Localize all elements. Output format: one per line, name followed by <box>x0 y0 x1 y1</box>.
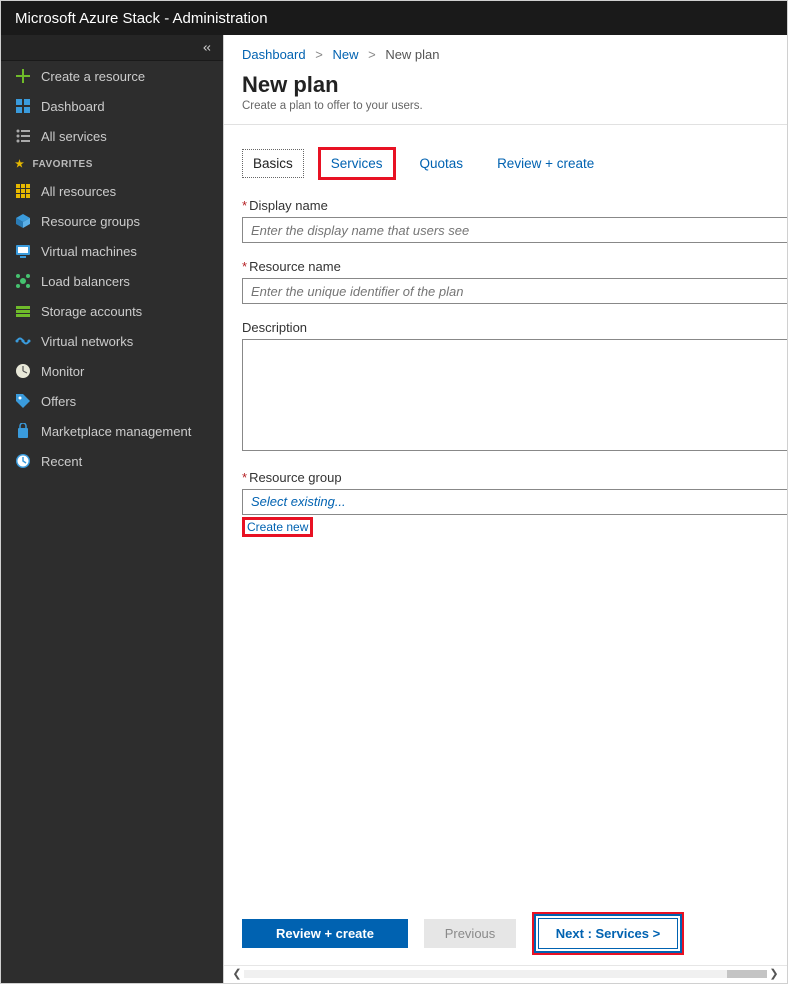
sidebar: Create a resource Dashboard All services… <box>1 35 223 983</box>
page-subtitle: Create a plan to offer to your users. <box>224 98 787 125</box>
display-name-label: *Display name <box>242 198 787 213</box>
bag-icon <box>15 423 31 439</box>
nav-label: All resources <box>41 184 116 199</box>
nav-label: All services <box>41 129 107 144</box>
display-name-row: *Display name <box>242 198 787 243</box>
next-services-button[interactable]: Next : Services > <box>538 918 678 949</box>
topbar: Microsoft Azure Stack - Administration <box>1 1 787 35</box>
scroll-right-icon[interactable]: ❯ <box>767 967 781 980</box>
favorites-header: ★ FAVORITES <box>1 151 223 176</box>
nav-label: Virtual networks <box>41 334 133 349</box>
nav-label: Offers <box>41 394 76 409</box>
description-label: Description <box>242 320 787 335</box>
review-create-button[interactable]: Review + create <box>242 919 408 948</box>
resource-group-row: *Resource group Select existing... Creat… <box>242 470 787 537</box>
clock-icon <box>15 453 31 469</box>
tab-services[interactable]: Services <box>318 147 396 180</box>
network-icon <box>15 333 31 349</box>
create-new-link[interactable]: Create new <box>242 517 313 537</box>
breadcrumb-current: New plan <box>385 47 439 62</box>
nav-offers[interactable]: Offers <box>1 386 223 416</box>
nav-label: Monitor <box>41 364 84 379</box>
resource-name-row: *Resource name <box>242 259 787 304</box>
tabs: Basics Services Quotas Review + create <box>242 147 787 180</box>
horizontal-scrollbar[interactable]: ❮ ❯ <box>224 965 787 983</box>
load-balancer-icon <box>15 273 31 289</box>
breadcrumb: Dashboard > New > New plan <box>224 35 787 70</box>
tab-quotas[interactable]: Quotas <box>410 150 474 177</box>
chevron-right-icon: > <box>362 47 382 62</box>
nav-label: Dashboard <box>41 99 105 114</box>
footer-bar: Review + create Previous Next : Services… <box>224 898 787 965</box>
vm-icon <box>15 243 31 259</box>
tab-review-create[interactable]: Review + create <box>487 150 604 177</box>
resource-group-label: *Resource group <box>242 470 787 485</box>
nav-virtual-networks[interactable]: Virtual networks <box>1 326 223 356</box>
shell: Create a resource Dashboard All services… <box>1 35 787 983</box>
highlight-box: Next : Services > <box>532 912 684 955</box>
scroll-left-icon[interactable]: ❮ <box>230 967 244 980</box>
scroll-thumb[interactable] <box>727 970 767 978</box>
topbar-title: Microsoft Azure Stack - Administration <box>15 10 268 27</box>
dashboard-icon <box>15 98 31 114</box>
star-icon: ★ <box>15 159 24 170</box>
nav-label: Storage accounts <box>41 304 142 319</box>
nav-label: Load balancers <box>41 274 130 289</box>
favorites-label: FAVORITES <box>32 159 92 170</box>
nav-monitor[interactable]: Monitor <box>1 356 223 386</box>
page-title: New plan <box>224 70 787 98</box>
nav-create-resource[interactable]: Create a resource <box>1 61 223 91</box>
nav-load-balancers[interactable]: Load balancers <box>1 266 223 296</box>
main-panel: Dashboard > New > New plan New plan Crea… <box>223 35 787 983</box>
resource-name-input[interactable] <box>242 278 787 304</box>
storage-icon <box>15 303 31 319</box>
plus-icon <box>15 68 31 84</box>
nav-label: Create a resource <box>41 69 145 84</box>
breadcrumb-new[interactable]: New <box>332 47 358 62</box>
collapse-sidebar-button[interactable] <box>1 35 223 61</box>
resource-group-select[interactable]: Select existing... <box>242 489 787 515</box>
chevron-right-icon: > <box>309 47 329 62</box>
nav-all-resources[interactable]: All resources <box>1 176 223 206</box>
scroll-track[interactable] <box>244 970 767 978</box>
nav-label: Virtual machines <box>41 244 137 259</box>
nav-virtual-machines[interactable]: Virtual machines <box>1 236 223 266</box>
nav-recent[interactable]: Recent <box>1 446 223 476</box>
grid-icon <box>15 183 31 199</box>
tag-icon <box>15 393 31 409</box>
nav-label: Recent <box>41 454 82 469</box>
list-icon <box>15 128 31 144</box>
nav-resource-groups[interactable]: Resource groups <box>1 206 223 236</box>
nav-label: Marketplace management <box>41 424 191 439</box>
content: Basics Services Quotas Review + create *… <box>224 125 787 898</box>
cube-icon <box>15 213 31 229</box>
resource-name-label: *Resource name <box>242 259 787 274</box>
tab-basics[interactable]: Basics <box>242 149 304 178</box>
breadcrumb-dashboard[interactable]: Dashboard <box>242 47 306 62</box>
display-name-input[interactable] <box>242 217 787 243</box>
nav-marketplace[interactable]: Marketplace management <box>1 416 223 446</box>
nav-all-services[interactable]: All services <box>1 121 223 151</box>
previous-button[interactable]: Previous <box>424 919 516 948</box>
monitor-icon <box>15 363 31 379</box>
nav-storage-accounts[interactable]: Storage accounts <box>1 296 223 326</box>
description-input[interactable] <box>242 339 787 451</box>
description-row: Description <box>242 320 787 454</box>
chevron-double-left-icon <box>201 42 213 54</box>
nav-label: Resource groups <box>41 214 140 229</box>
nav-dashboard[interactable]: Dashboard <box>1 91 223 121</box>
